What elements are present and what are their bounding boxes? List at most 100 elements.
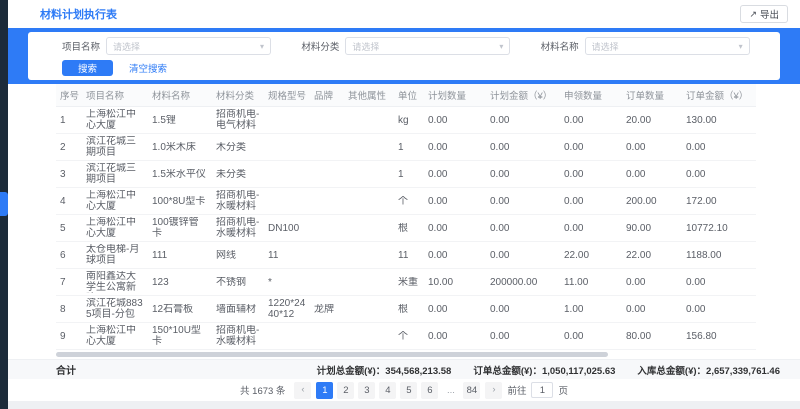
materials-table: 序号项目名称材料名称材料分类规格型号品牌其他属性单位计划数量计划金额（¥）申领数… <box>56 84 756 350</box>
sidebar-expand-handle[interactable] <box>0 192 8 216</box>
table-cell: 上海松江中心大厦 <box>82 215 148 242</box>
table-cell: 0.00 <box>486 134 560 161</box>
page-button[interactable]: 3 <box>358 382 375 399</box>
table-cell: 0.00 <box>424 161 486 188</box>
table-cell: 80.00 <box>622 323 682 350</box>
table-cell: 0.00 <box>560 161 622 188</box>
table-cell: 不锈钢 <box>212 269 264 296</box>
page-title: 材料计划执行表 <box>40 6 117 22</box>
page-button[interactable]: 6 <box>421 382 438 399</box>
table-cell <box>310 134 344 161</box>
table-cell: 200.00 <box>622 188 682 215</box>
table-cell: 龙牌 <box>310 296 344 323</box>
table-cell: 0.00 <box>682 161 756 188</box>
table-row[interactable]: 4上海松江中心大厦100*8U型卡招商机电-水暖材料个0.000.000.002… <box>56 188 756 215</box>
table-cell: 南阳鑫达大学生公寓新建 <box>82 269 148 296</box>
export-button[interactable]: ↗ 导出 <box>740 5 788 23</box>
summary-total-label: 订单总金额(¥)： <box>473 366 542 377</box>
table-cell: 10.00 <box>424 269 486 296</box>
summary-label: 合计 <box>56 362 76 377</box>
table-row[interactable]: 6太仓电梯-月球项目111网线11110.000.0022.0022.00118… <box>56 242 756 269</box>
page-button[interactable]: 84 <box>463 382 480 399</box>
table-cell: 22.00 <box>622 242 682 269</box>
column-header: 项目名称 <box>82 84 148 107</box>
filter-select[interactable]: 请选择▾ <box>345 37 510 55</box>
table-wrap: 序号项目名称材料名称材料分类规格型号品牌其他属性单位计划数量计划金额（¥）申领数… <box>8 84 800 350</box>
table-cell: 100镀锌管卡 <box>148 215 212 242</box>
horizontal-scrollbar[interactable] <box>56 352 792 357</box>
table-cell <box>310 242 344 269</box>
table-cell: 上海松江中心大厦 <box>82 107 148 134</box>
table-cell: 1220*2440*12 <box>264 296 310 323</box>
table-cell: kg <box>394 107 424 134</box>
table-cell <box>344 296 394 323</box>
table-cell: 米重 <box>394 269 424 296</box>
table-cell: 墙面辅材 <box>212 296 264 323</box>
table-cell: 9 <box>56 323 82 350</box>
goto-label: 前往 <box>507 383 526 397</box>
table-cell <box>310 269 344 296</box>
table-cell: 1188.00 <box>682 242 756 269</box>
column-header: 单位 <box>394 84 424 107</box>
filter-panel: 项目名称请选择▾材料分类请选择▾材料名称请选择▾ 搜索 清空搜索 <box>28 32 780 80</box>
next-page-button[interactable]: › <box>485 382 502 399</box>
table-cell: 招商机电-水暖材料 <box>212 323 264 350</box>
table-cell: 0.00 <box>486 323 560 350</box>
page-button[interactable]: 4 <box>379 382 396 399</box>
table-row[interactable]: 1上海松江中心大厦1.5锂招商机电-电气材料kg0.000.000.0020.0… <box>56 107 756 134</box>
table-cell: 0.00 <box>622 269 682 296</box>
table-cell: DN100 <box>264 215 310 242</box>
table-cell: 130.00 <box>682 107 756 134</box>
table-cell <box>264 107 310 134</box>
summary-total-value: 2,657,339,761.46 <box>706 366 780 377</box>
table-cell <box>344 134 394 161</box>
filter-select[interactable]: 请选择▾ <box>585 37 750 55</box>
table-cell: 0.00 <box>682 269 756 296</box>
filter-group: 材料分类请选择▾ <box>301 37 524 55</box>
chevron-down-icon: ▾ <box>499 42 503 51</box>
page-button[interactable]: 5 <box>400 382 417 399</box>
table-row[interactable]: 3滨江花城三期项目1.5米水平仪未分类10.000.000.000.000.00 <box>56 161 756 188</box>
table-cell <box>344 188 394 215</box>
scrollbar-thumb[interactable] <box>56 352 608 357</box>
table-row[interactable]: 5上海松江中心大厦100镀锌管卡招商机电-水暖材料DN100根0.000.000… <box>56 215 756 242</box>
filter-label: 材料名称 <box>541 39 579 53</box>
goto-page-input[interactable] <box>531 382 553 398</box>
prev-page-button[interactable]: ‹ <box>294 382 311 399</box>
table-cell: 根 <box>394 296 424 323</box>
filter-group: 项目名称请选择▾ <box>62 37 285 55</box>
column-header: 订单数量 <box>622 84 682 107</box>
select-placeholder: 请选择 <box>592 40 739 53</box>
page-button[interactable]: 2 <box>337 382 354 399</box>
page-ellipsis[interactable]: ... <box>442 382 459 399</box>
table-cell: 0.00 <box>560 107 622 134</box>
table-row[interactable]: 7南阳鑫达大学生公寓新建123不锈钢*米重10.00200000.0011.00… <box>56 269 756 296</box>
table-cell: 11.00 <box>560 269 622 296</box>
search-button[interactable]: 搜索 <box>62 60 113 76</box>
table-cell: 8 <box>56 296 82 323</box>
table-cell: 1.0米木床 <box>148 134 212 161</box>
table-row[interactable]: 2滨江花城三期项目1.0米木床木分类10.000.000.000.000.00 <box>56 134 756 161</box>
summary-total-value: 1,050,117,025.63 <box>542 366 615 377</box>
table-cell: 上海松江中心大厦 <box>82 323 148 350</box>
table-cell <box>344 323 394 350</box>
clear-search-button[interactable]: 清空搜索 <box>123 60 173 76</box>
table-cell <box>264 134 310 161</box>
collapsed-sidebar <box>0 0 8 409</box>
goto-suffix-label: 页 <box>558 383 568 397</box>
filter-select[interactable]: 请选择▾ <box>106 37 271 55</box>
table-cell: 招商机电-水暖材料 <box>212 188 264 215</box>
table-cell <box>264 188 310 215</box>
column-header: 申领数量 <box>560 84 622 107</box>
table-cell: 1.00 <box>560 296 622 323</box>
page-button[interactable]: 1 <box>316 382 333 399</box>
table-row[interactable]: 9上海松江中心大厦150*10U型卡招商机电-水暖材料个0.000.000.00… <box>56 323 756 350</box>
table-cell: 150*10U型卡 <box>148 323 212 350</box>
table-cell: 7 <box>56 269 82 296</box>
table-cell: 172.00 <box>682 188 756 215</box>
table-card: 序号项目名称材料名称材料分类规格型号品牌其他属性单位计划数量计划金额（¥）申领数… <box>8 84 800 401</box>
table-cell: 网线 <box>212 242 264 269</box>
table-row[interactable]: 8滨江花城8835项目-分包12石膏板墙面辅材1220*2440*12龙牌根0.… <box>56 296 756 323</box>
table-cell: 4 <box>56 188 82 215</box>
table-cell: 156.80 <box>682 323 756 350</box>
